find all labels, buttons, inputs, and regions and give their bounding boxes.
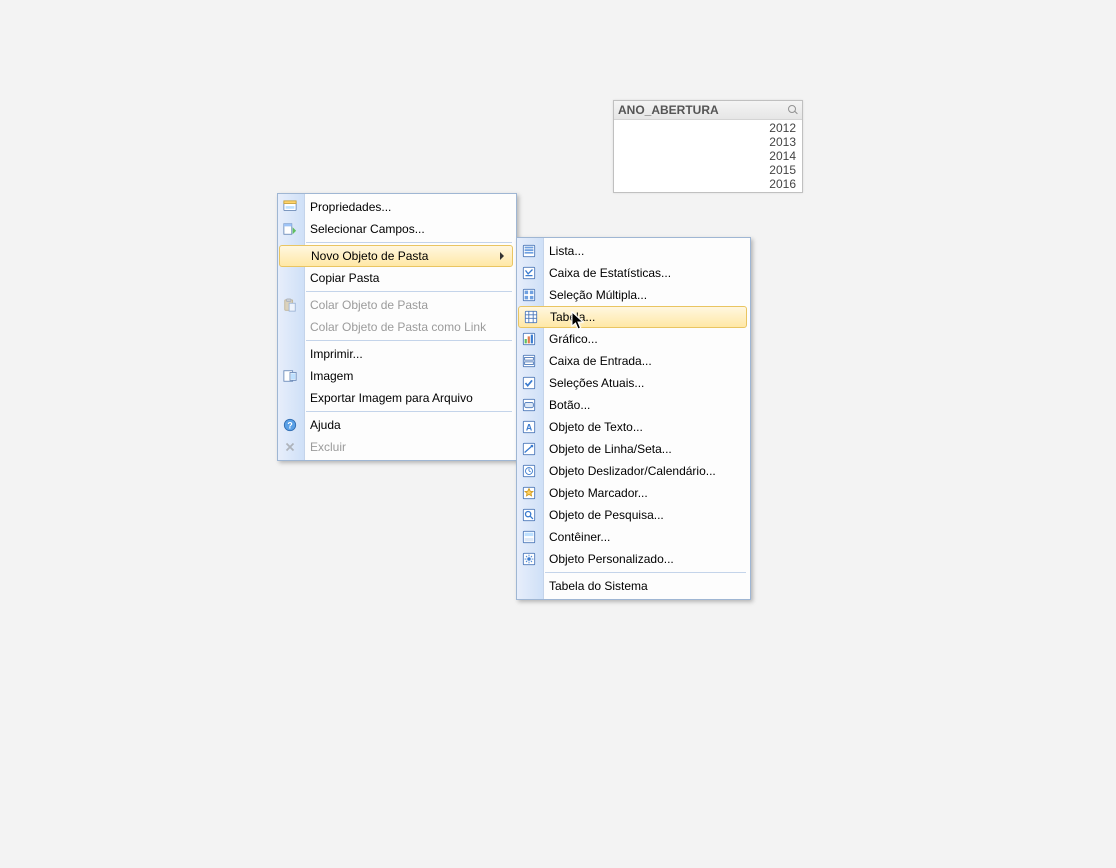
menu-label: Gráfico... — [549, 332, 598, 346]
menu-label: Seleção Múltipla... — [549, 288, 647, 302]
menu-label: Objeto Marcador... — [549, 486, 648, 500]
menu-copiar-pasta[interactable]: Copiar Pasta — [278, 267, 514, 289]
image-icon — [282, 368, 298, 384]
menu-label: Imagem — [310, 369, 353, 383]
menu-novo-objeto-de-pasta[interactable]: Novo Objeto de Pasta — [279, 245, 513, 267]
menu-label: Excluir — [310, 440, 346, 454]
menu-separator — [306, 291, 512, 292]
listbox-value[interactable]: 2015 — [614, 163, 802, 177]
menu-separator — [306, 340, 512, 341]
button-icon — [521, 397, 537, 413]
submenu-tabela-do-sistema[interactable]: Tabela do Sistema — [517, 575, 748, 597]
listbox-value[interactable]: 2016 — [614, 177, 802, 191]
bookmark-icon — [521, 485, 537, 501]
submenu-caixa-de-estatisticas[interactable]: Caixa de Estatísticas... — [517, 262, 748, 284]
menu-label: Copiar Pasta — [310, 271, 379, 285]
menu-label: Objeto Deslizador/Calendário... — [549, 464, 716, 478]
menu-label: Colar Objeto de Pasta — [310, 298, 428, 312]
menu-label: Exportar Imagem para Arquivo — [310, 391, 473, 405]
menu-imagem[interactable]: Imagem — [278, 365, 514, 387]
menu-label: Caixa de Entrada... — [549, 354, 652, 368]
menu-propriedades[interactable]: Propriedades... — [278, 196, 514, 218]
menu-label: Selecionar Campos... — [310, 222, 425, 236]
submenu-tabela[interactable]: Tabela... — [518, 306, 747, 328]
menu-label: Caixa de Estatísticas... — [549, 266, 671, 280]
submenu-objeto-de-pesquisa[interactable]: Objeto de Pesquisa... — [517, 504, 748, 526]
menu-label: Ajuda — [310, 418, 341, 432]
menu-excluir: Excluir — [278, 436, 514, 458]
listbox-value[interactable]: 2013 — [614, 135, 802, 149]
menu-separator — [306, 411, 512, 412]
menu-label: Objeto de Texto... — [549, 420, 643, 434]
submenu-conteiner[interactable]: Contêiner... — [517, 526, 748, 548]
input-icon — [521, 353, 537, 369]
submenu-objeto-personalizado[interactable]: Objeto Personalizado... — [517, 548, 748, 570]
submenu-grafico[interactable]: Gráfico... — [517, 328, 748, 350]
menu-label: Objeto Personalizado... — [549, 552, 674, 566]
listbox-title: ANO_ABERTURA — [618, 101, 719, 119]
list-icon — [521, 243, 537, 259]
selections-icon — [521, 375, 537, 391]
menu-label: Propriedades... — [310, 200, 391, 214]
menu-ajuda[interactable]: ? Ajuda — [278, 414, 514, 436]
chart-icon — [521, 331, 537, 347]
context-menu-main[interactable]: Propriedades... Selecionar Campos... Nov… — [277, 193, 517, 461]
menu-colar-objeto-de-pasta: Colar Objeto de Pasta — [278, 294, 514, 316]
menu-label: Seleções Atuais... — [549, 376, 644, 390]
svg-text:A: A — [526, 423, 533, 433]
slider-icon — [521, 463, 537, 479]
submenu-selecoes-atuais[interactable]: Seleções Atuais... — [517, 372, 748, 394]
properties-icon — [282, 199, 298, 215]
menu-label: Colar Objeto de Pasta como Link — [310, 320, 486, 334]
paste-icon — [282, 297, 298, 313]
submenu-objeto-marcador[interactable]: Objeto Marcador... — [517, 482, 748, 504]
menu-label: Botão... — [549, 398, 590, 412]
menu-label: Imprimir... — [310, 347, 363, 361]
menu-label: Objeto de Linha/Seta... — [549, 442, 672, 456]
help-icon: ? — [282, 417, 298, 433]
submenu-selecao-multipla[interactable]: Seleção Múltipla... — [517, 284, 748, 306]
chevron-right-icon — [500, 252, 504, 260]
multisel-icon — [521, 287, 537, 303]
fields-icon — [282, 221, 298, 237]
stats-icon — [521, 265, 537, 281]
submenu-objeto-de-texto[interactable]: A Objeto de Texto... — [517, 416, 748, 438]
menu-label: Tabela... — [550, 310, 595, 324]
container-icon — [521, 529, 537, 545]
svg-text:?: ? — [287, 421, 292, 431]
listbox-ano-abertura[interactable]: ANO_ABERTURA 2012 2013 2014 2015 2016 — [613, 100, 803, 193]
line-icon — [521, 441, 537, 457]
delete-icon — [282, 439, 298, 455]
listbox-value[interactable]: 2012 — [614, 121, 802, 135]
listbox-values: 2012 2013 2014 2015 2016 — [614, 120, 802, 192]
menu-label: Novo Objeto de Pasta — [311, 249, 428, 263]
submenu-caixa-de-entrada[interactable]: Caixa de Entrada... — [517, 350, 748, 372]
table-icon — [523, 309, 539, 325]
menu-label: Lista... — [549, 244, 584, 258]
submenu-lista[interactable]: Lista... — [517, 240, 748, 262]
submenu-objeto-de-linha-seta[interactable]: Objeto de Linha/Seta... — [517, 438, 748, 460]
menu-colar-objeto-de-pasta-como-link: Colar Objeto de Pasta como Link — [278, 316, 514, 338]
submenu-objeto-deslizador-calendario[interactable]: Objeto Deslizador/Calendário... — [517, 460, 748, 482]
menu-label: Contêiner... — [549, 530, 610, 544]
submenu-botao[interactable]: Botão... — [517, 394, 748, 416]
menu-selecionar-campos[interactable]: Selecionar Campos... — [278, 218, 514, 240]
menu-separator — [306, 242, 512, 243]
listbox-header[interactable]: ANO_ABERTURA — [614, 101, 802, 120]
text-icon: A — [521, 419, 537, 435]
context-menu-novo-objeto[interactable]: Lista... Caixa de Estatísticas... Seleçã… — [516, 237, 751, 600]
search-icon — [521, 507, 537, 523]
menu-label: Tabela do Sistema — [549, 579, 648, 593]
menu-imprimir[interactable]: Imprimir... — [278, 343, 514, 365]
search-icon[interactable] — [788, 105, 798, 115]
menu-exportar-imagem-para-arquivo[interactable]: Exportar Imagem para Arquivo — [278, 387, 514, 409]
menu-separator — [545, 572, 746, 573]
menu-label: Objeto de Pesquisa... — [549, 508, 664, 522]
listbox-value[interactable]: 2014 — [614, 149, 802, 163]
custom-icon — [521, 551, 537, 567]
